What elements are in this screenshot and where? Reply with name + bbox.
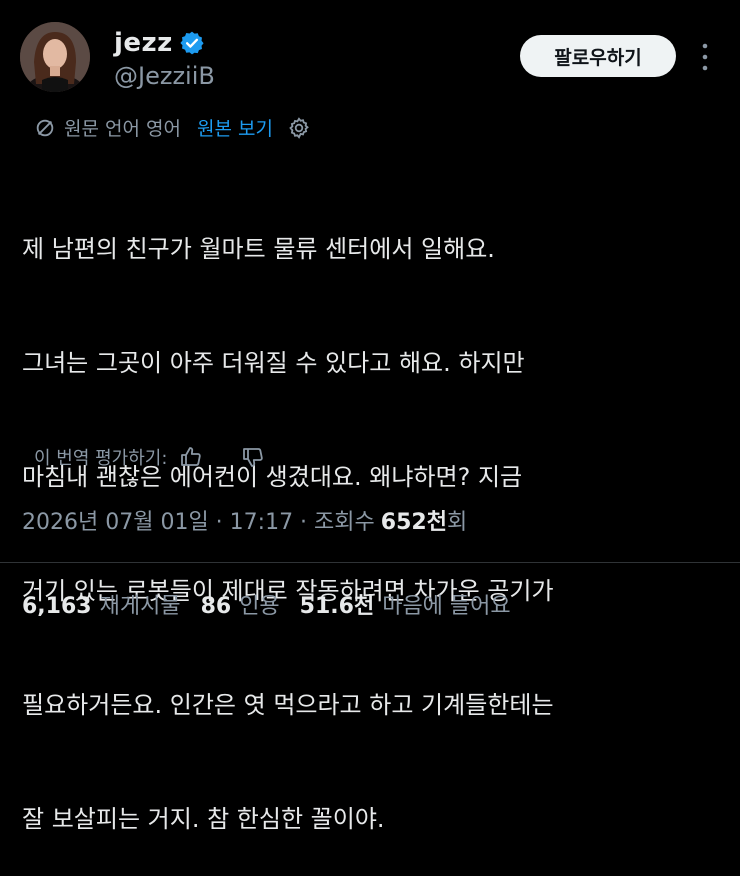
engagement-stats: 6,163 재게시물 86 인용 51.6천 마음에 들어요 xyxy=(22,588,531,620)
reposts-count: 6,163 xyxy=(22,594,92,619)
show-original-link[interactable]: 원본 보기 xyxy=(197,114,273,141)
likes-count: 51.6천 xyxy=(299,594,375,619)
likes-stat[interactable]: 51.6천 마음에 들어요 xyxy=(300,588,511,620)
tweet-line: 잘 보살피는 거지. 참 한심한 꼴이야. xyxy=(22,805,385,833)
tweet-line: 필요하거든요. 인간은 엿 먹으라고 하고 기계들한테는 xyxy=(22,691,554,719)
author-handle[interactable]: @JezziiB xyxy=(114,62,215,90)
likes-label: 마음에 들어요 xyxy=(382,594,511,619)
thumbs-up-icon[interactable] xyxy=(179,445,203,469)
avatar[interactable] xyxy=(20,22,90,92)
quotes-stat[interactable]: 86 인용 xyxy=(201,588,280,620)
translation-source-language: 원문 언어 영어 xyxy=(64,118,181,140)
translation-info-row: 원문 언어 영어 원본 보기 xyxy=(34,114,311,141)
author-display-name[interactable]: jezz xyxy=(114,28,173,58)
quotes-label: 인용 xyxy=(239,594,280,619)
tweet-meta: 2026년 07월 01일 · 17:17 · 조회수 652천 회 xyxy=(22,504,467,536)
follow-button[interactable]: 팔로우하기 xyxy=(520,35,676,77)
tweet-line: 그녀는 그곳이 아주 더워질 수 있다고 해요. 하지만 xyxy=(22,349,525,377)
avatar-image xyxy=(20,22,90,92)
translate-off-icon xyxy=(36,119,54,136)
view-count: 652천 xyxy=(380,510,447,535)
timestamp[interactable]: 2026년 07월 01일 · 17:17 · 조회수 xyxy=(22,504,375,536)
thumbs-down-icon[interactable] xyxy=(241,445,265,469)
gear-icon[interactable] xyxy=(287,116,311,140)
rate-translation-row: 이 번역 평가하기: xyxy=(34,444,265,470)
rate-translation-label: 이 번역 평가하기: xyxy=(34,448,168,469)
reposts-label: 재게시물 xyxy=(99,594,181,619)
author-name-row: jezz xyxy=(114,28,205,58)
verified-badge-icon[interactable] xyxy=(179,30,205,56)
view-count-suffix: 회 xyxy=(446,510,468,535)
quotes-count: 86 xyxy=(200,594,232,619)
more-options-icon[interactable] xyxy=(700,40,710,74)
tweet-line: 제 남편의 친구가 월마트 물류 센터에서 일해요. xyxy=(22,235,495,263)
divider xyxy=(0,562,740,563)
reposts-stat[interactable]: 6,163 재게시물 xyxy=(22,588,181,620)
